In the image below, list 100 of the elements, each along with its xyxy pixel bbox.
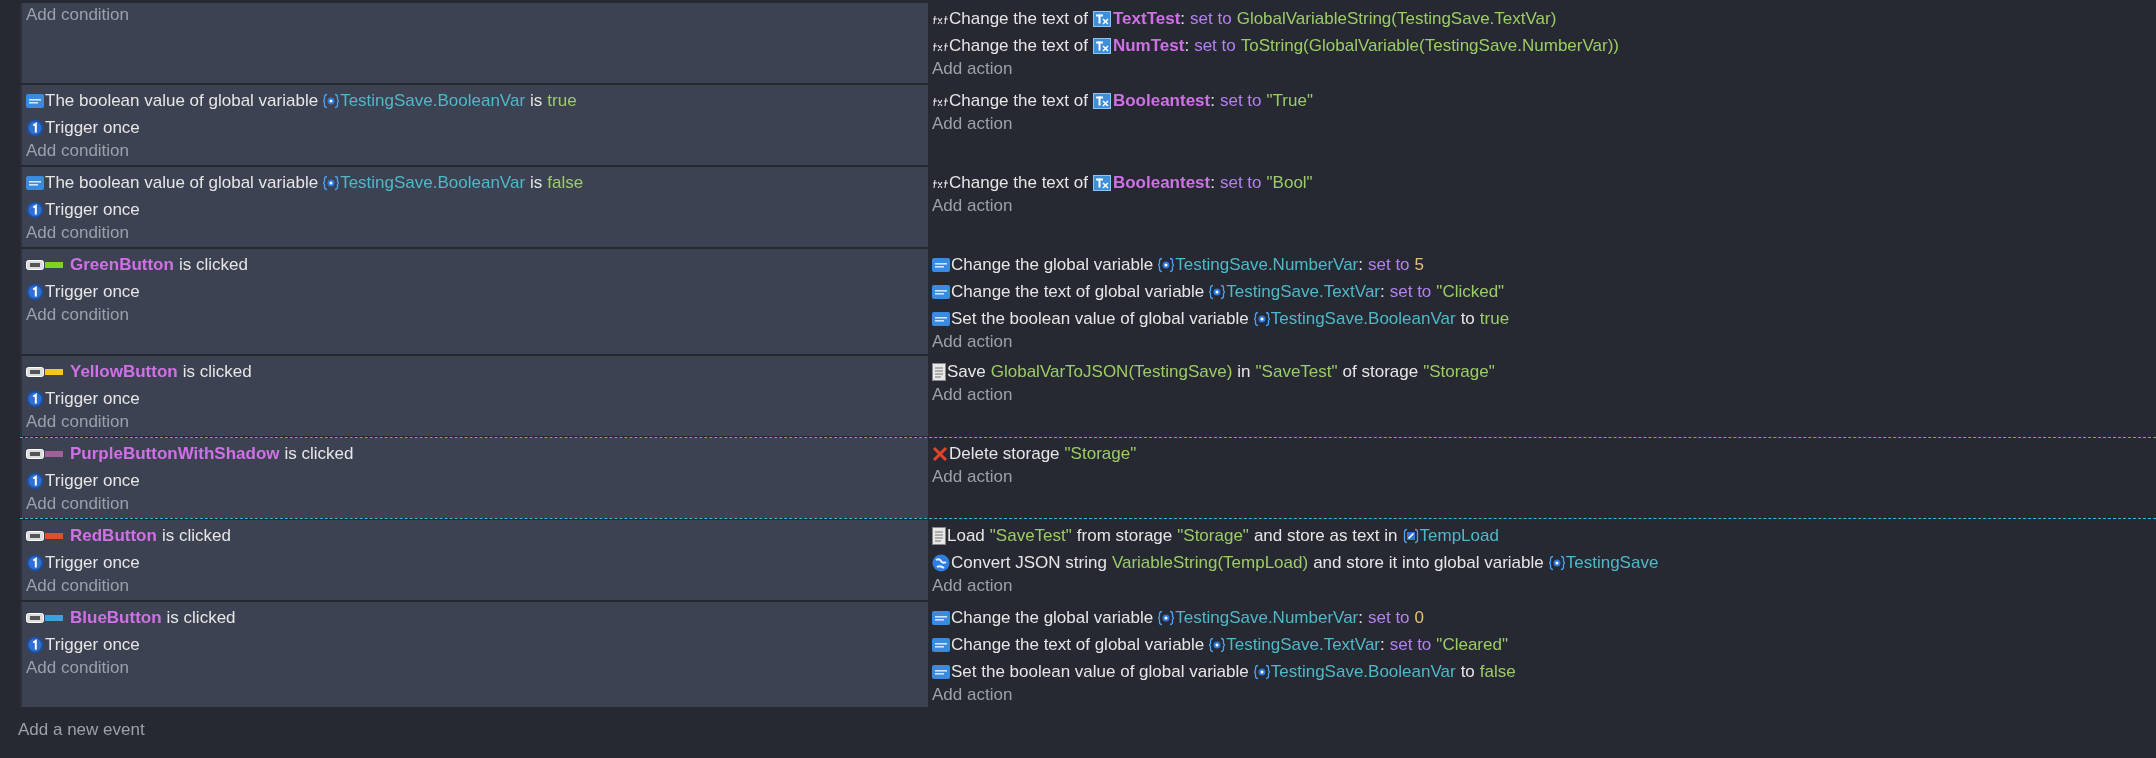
object-name: Booleantest xyxy=(1112,171,1211,194)
object-name: RedButton xyxy=(70,524,157,547)
instruction-text: is xyxy=(530,89,543,112)
parameter-value: "Storage" xyxy=(1064,442,1137,465)
instruction-text: Trigger once xyxy=(45,551,140,574)
add-action-button[interactable]: Add action xyxy=(932,59,1013,79)
instruction-text: is clicked xyxy=(178,253,248,276)
variable-name: TestingSave.BooleanVar xyxy=(1270,660,1456,683)
parameter-value: "Cleared" xyxy=(1436,633,1508,656)
parameter-value: 0 xyxy=(1414,606,1425,629)
variable-name: TestingSave.BooleanVar xyxy=(340,89,526,112)
numbered-circle-icon xyxy=(26,553,44,572)
text-object-icon xyxy=(1092,10,1111,27)
add-condition-button[interactable]: Add condition xyxy=(26,223,130,243)
instruction-text: and store as text in xyxy=(1253,524,1398,547)
parameter-value: "True" xyxy=(1266,89,1313,112)
add-action-button[interactable]: Add action xyxy=(932,467,1013,487)
numbered-circle-icon xyxy=(26,282,44,301)
instruction-text: : xyxy=(1184,34,1190,57)
add-condition-button[interactable]: Add condition xyxy=(26,576,130,596)
object-name: BlueButton xyxy=(70,606,162,629)
instruction-text: of storage xyxy=(1342,360,1419,383)
object-name: Booleantest xyxy=(1112,89,1211,112)
instruction-text: Change the text of global variable xyxy=(951,633,1205,656)
add-condition-button[interactable]: Add condition xyxy=(26,305,130,325)
variable-icon xyxy=(932,664,950,679)
variable-icon xyxy=(1548,554,1565,571)
instruction-text: Trigger once xyxy=(45,116,140,139)
add-condition-button[interactable]: Add condition xyxy=(26,141,130,161)
button-icon xyxy=(26,612,44,623)
instruction-text: Set the boolean value of global variable xyxy=(951,660,1249,683)
instruction-text: The boolean value of global variable xyxy=(45,171,319,194)
variable-icon xyxy=(1209,283,1226,300)
instruction-text: Delete storage xyxy=(949,442,1060,465)
parameter-value: true xyxy=(1479,307,1510,330)
parameter-value: "Storage" xyxy=(1423,360,1495,383)
instruction-text: Trigger once xyxy=(45,469,140,492)
object-name: GreenButton xyxy=(70,253,174,276)
instruction-text: : xyxy=(1380,633,1385,656)
add-action-button[interactable]: Add action xyxy=(932,196,1013,216)
button-icon xyxy=(26,530,44,541)
variable-icon xyxy=(1209,636,1226,653)
document-icon xyxy=(932,362,946,381)
numbered-circle-icon xyxy=(26,118,44,137)
variable-name: TestingSave.BooleanVar xyxy=(1270,307,1456,330)
instruction-text: : xyxy=(1180,7,1186,30)
add-condition-button[interactable]: Add condition xyxy=(26,494,130,514)
instruction-text: : xyxy=(1210,171,1215,194)
operator-text: set to xyxy=(1190,7,1232,30)
numbered-circle-icon xyxy=(26,200,44,219)
variable-icon xyxy=(932,311,950,326)
text-object-icon xyxy=(1092,92,1111,109)
instruction-text: Load xyxy=(947,524,985,547)
variable-name: TestingSave xyxy=(1565,551,1659,574)
document-icon xyxy=(932,526,946,545)
variable-icon xyxy=(26,93,44,108)
parameter-value: true xyxy=(547,89,577,112)
add-action-button[interactable]: Add action xyxy=(932,332,1013,352)
object-name: TextTest xyxy=(1112,7,1181,30)
parameter-value: VariableString(TempLoad) xyxy=(1111,551,1309,574)
add-action-button[interactable]: Add action xyxy=(932,114,1013,134)
cross-icon xyxy=(932,445,948,462)
add-action-button[interactable]: Add action xyxy=(932,576,1013,596)
operator-text: set to xyxy=(1368,606,1410,629)
globe-icon xyxy=(932,553,950,572)
button-icon xyxy=(26,259,44,270)
instruction-text: Change the global variable xyxy=(951,253,1154,276)
text-object-icon xyxy=(1092,37,1111,54)
add-action-button[interactable]: Add action xyxy=(932,385,1013,405)
parameter-value: "Clicked" xyxy=(1436,280,1505,303)
variable-icon xyxy=(932,284,950,299)
text-object-icon xyxy=(1092,174,1111,191)
variable-icon xyxy=(932,637,950,652)
add-condition-button[interactable]: Add condition xyxy=(26,658,130,678)
object-name: NumTest xyxy=(1112,34,1185,57)
variable-icon xyxy=(26,175,44,190)
numbered-circle-icon xyxy=(26,635,44,654)
add-event-button[interactable]: Add a new event xyxy=(18,717,145,743)
object-name: PurpleButtonWithShadow xyxy=(70,442,280,465)
operator-text: set to xyxy=(1389,633,1432,656)
parameter-value: ToString(GlobalVariable(TestingSave.NumberVar)) xyxy=(1240,34,1619,57)
variable-name: TestingSave.NumberVar xyxy=(1175,606,1359,629)
instruction-text: and store it into global variable xyxy=(1313,551,1544,574)
instruction-text: : xyxy=(1358,606,1363,629)
add-condition-button[interactable]: Add condition xyxy=(26,5,130,25)
instruction-text: is clicked xyxy=(182,360,252,383)
variable-icon xyxy=(1253,310,1270,327)
add-condition-button[interactable]: Add condition xyxy=(26,412,130,432)
button-icon xyxy=(26,448,44,459)
button-icon xyxy=(26,366,44,377)
instruction-text: Convert JSON string xyxy=(951,551,1107,574)
instruction-text: Change the text of xyxy=(949,7,1088,30)
instruction-text: Trigger once xyxy=(45,387,140,410)
variable-icon xyxy=(1253,663,1270,680)
instruction-text: Set the boolean value of global variable xyxy=(951,307,1249,330)
variable-name: TestingSave.NumberVar xyxy=(1175,253,1359,276)
variable-icon xyxy=(932,257,950,272)
parameter-value: false xyxy=(1479,660,1516,683)
variable-name: TestingSave.BooleanVar xyxy=(340,171,526,194)
add-action-button[interactable]: Add action xyxy=(932,685,1013,705)
